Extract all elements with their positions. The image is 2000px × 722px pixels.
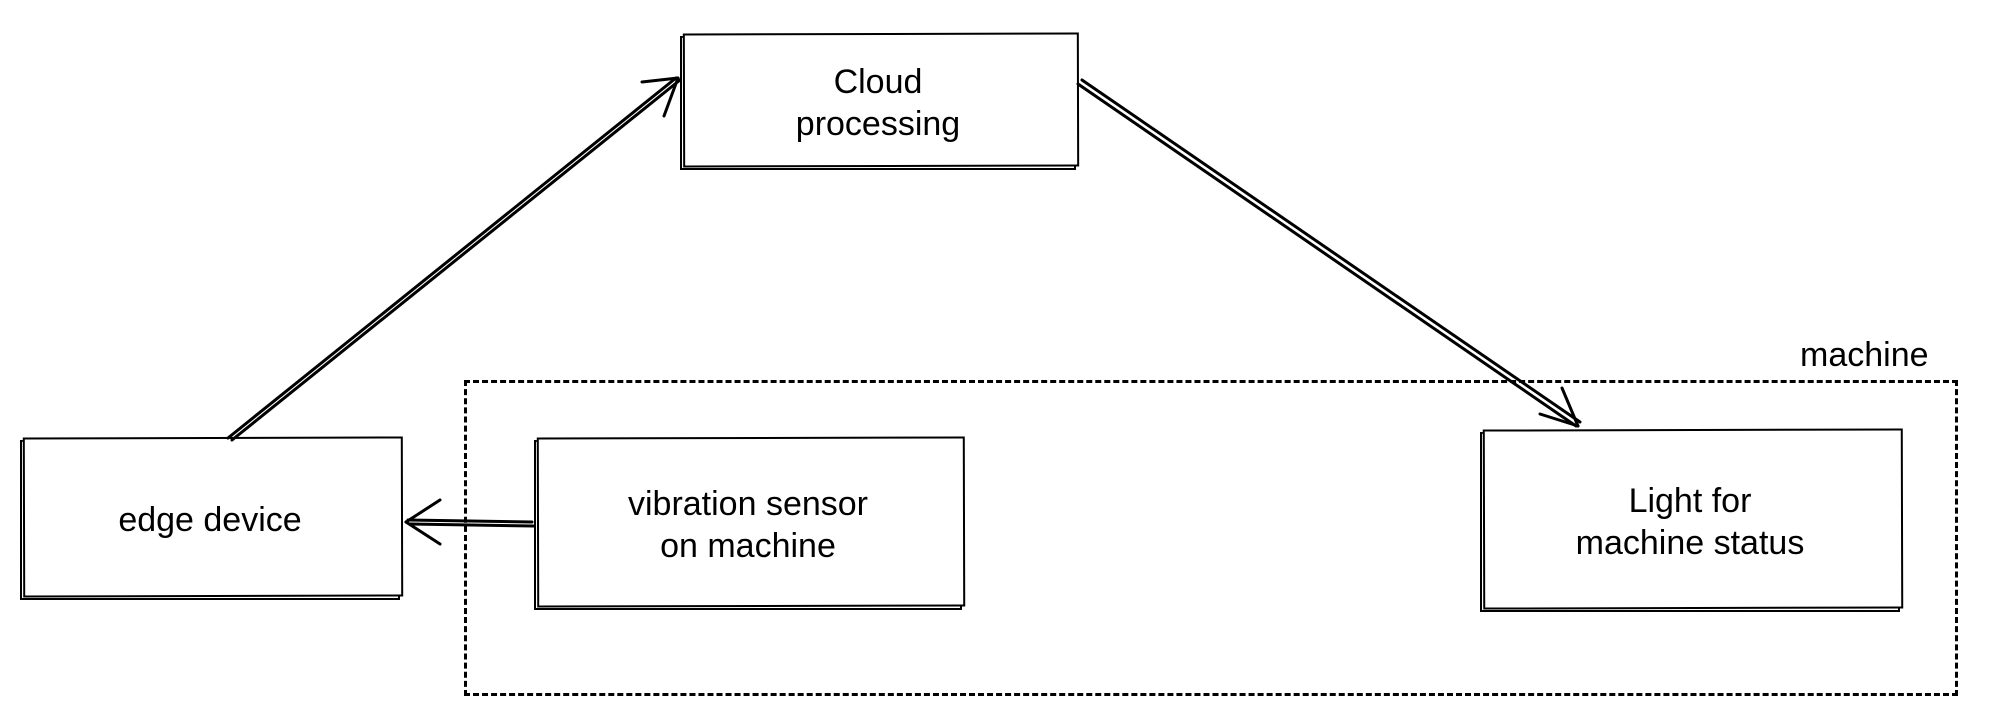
group-machine-label: machine [1800, 336, 1929, 375]
arrow-cloud-to-light [1078, 80, 1580, 426]
node-vibration-sensor: vibration sensor on machine [534, 440, 962, 610]
node-light-label: Light for machine status [1556, 480, 1825, 565]
node-cloud-label: Cloud processing [776, 61, 980, 146]
node-edge-device: edge device [20, 440, 400, 600]
node-cloud-processing: Cloud processing [680, 36, 1076, 170]
node-light-status: Light for machine status [1480, 432, 1900, 612]
diagram-canvas: machine Cloud processing edge device vib… [0, 0, 2000, 722]
node-sensor-label: vibration sensor on machine [608, 483, 888, 568]
node-edge-label: edge device [98, 499, 321, 542]
